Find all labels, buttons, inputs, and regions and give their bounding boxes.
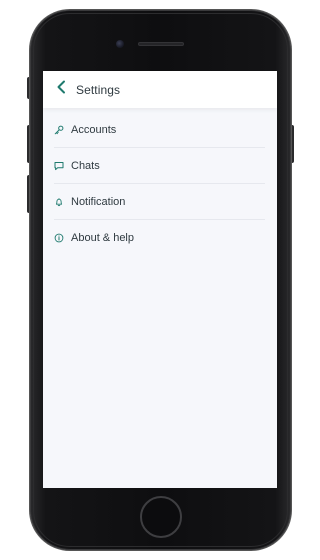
menu-item-label: Notification (71, 195, 126, 208)
home-button[interactable] (140, 496, 182, 538)
menu-item-notification[interactable]: Notification (54, 184, 265, 220)
front-camera (116, 40, 124, 48)
menu-item-label: About & help (71, 232, 134, 244)
app-screen: Settings Accounts Chats Notification Abo… (43, 71, 277, 488)
key-icon (54, 125, 64, 135)
menu-item-chats[interactable]: Chats (54, 148, 265, 184)
menu-item-about-help[interactable]: About & help (54, 220, 265, 256)
menu-item-label: Accounts (71, 123, 117, 136)
menu-item-label: Chats (71, 159, 100, 172)
bell-icon (54, 197, 64, 207)
device-mockup: Settings Accounts Chats Notification Abo… (0, 0, 320, 560)
settings-menu: Accounts Chats Notification About & help (43, 108, 277, 256)
earpiece-speaker (138, 42, 184, 46)
app-header: Settings (43, 71, 277, 108)
info-icon (54, 233, 64, 243)
page-title: Settings (76, 82, 121, 97)
back-button[interactable] (53, 80, 69, 99)
menu-item-accounts[interactable]: Accounts (54, 112, 265, 148)
chevron-left-icon (56, 80, 66, 99)
chat-bubble-icon (54, 161, 64, 171)
